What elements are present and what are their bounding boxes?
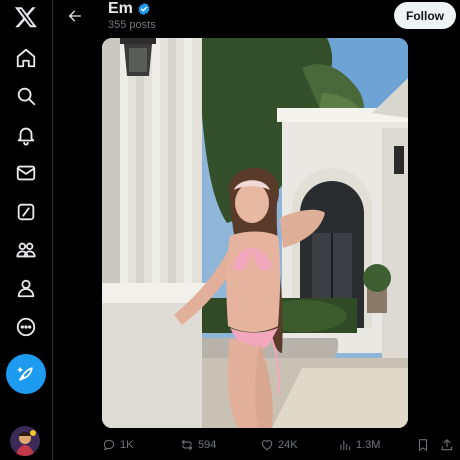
post-count: 355 posts — [108, 19, 156, 31]
profile-name-row: Em — [108, 0, 151, 18]
profile-person-icon[interactable] — [5, 271, 47, 305]
follow-button[interactable]: Follow — [394, 2, 456, 29]
home-icon[interactable] — [5, 41, 47, 75]
profile-name: Em — [108, 0, 133, 17]
reply-bubble-icon — [103, 439, 115, 451]
search-icon[interactable] — [5, 79, 47, 113]
like-count: 24K — [278, 439, 298, 451]
compose-feather-icon — [17, 367, 33, 381]
nav-rail — [0, 0, 53, 460]
repost-count: 594 — [198, 439, 217, 451]
bookmark-button[interactable] — [416, 434, 430, 456]
back-button[interactable] — [62, 3, 88, 29]
reply-button[interactable]: 1K — [102, 434, 133, 456]
back-arrow-icon — [69, 10, 81, 22]
account-avatar[interactable] — [10, 426, 40, 456]
like-button[interactable]: 24K — [260, 434, 298, 456]
more-circle-icon[interactable] — [5, 310, 47, 344]
grok-slash-icon[interactable] — [5, 195, 47, 229]
bookmark-icon — [418, 439, 428, 451]
post-media-photo[interactable] — [102, 38, 408, 428]
x-logo-icon[interactable] — [5, 0, 47, 34]
heart-icon — [261, 440, 273, 451]
views-bar-chart-icon — [340, 440, 351, 451]
messages-envelope-icon[interactable] — [5, 156, 47, 190]
views-button[interactable]: 1.3M — [338, 434, 380, 456]
share-upload-icon — [441, 439, 453, 451]
photo-illustration — [102, 38, 408, 428]
communities-people-icon[interactable] — [5, 233, 47, 267]
share-button[interactable] — [440, 434, 454, 456]
verified-badge-icon — [138, 2, 150, 16]
post-action-bar: 1K 594 24K 1.3M — [54, 434, 460, 456]
post-header: Em 355 posts Follow — [54, 0, 460, 38]
repost-button[interactable]: 594 — [180, 434, 216, 456]
views-count: 1.3M — [356, 439, 381, 451]
notifications-bell-icon[interactable] — [5, 118, 47, 152]
repost-icon — [181, 439, 193, 451]
reply-count: 1K — [120, 439, 134, 451]
compose-post-button[interactable] — [6, 354, 46, 394]
